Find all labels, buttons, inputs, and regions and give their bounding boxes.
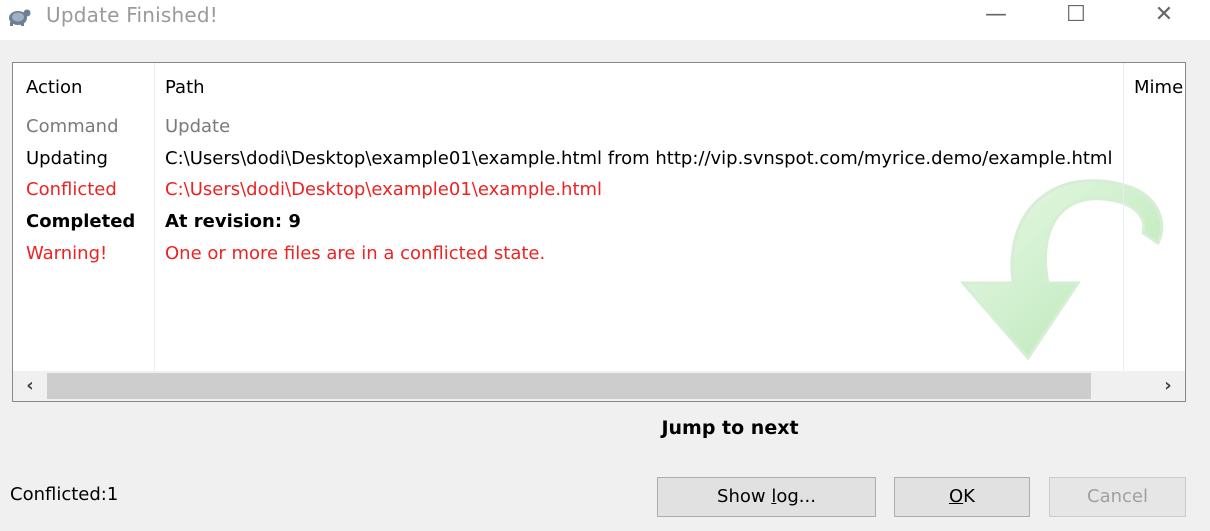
row-updating-path: C:\Users\dodi\Desktop\example01\example.… (165, 148, 1113, 169)
column-separator (154, 63, 155, 373)
column-header-mime[interactable]: Mime (1134, 77, 1183, 98)
scroll-right-arrow-icon[interactable]: › (1151, 371, 1185, 401)
row-warning-path: One or more files are in a conflicted st… (165, 243, 546, 264)
show-log-label-pre: Show (717, 486, 772, 507)
update-arrow-icon (959, 179, 1164, 361)
row-conflicted-action: Conflicted (26, 179, 117, 200)
window-title: Update Finished! (46, 3, 218, 27)
ok-button[interactable]: OK (894, 477, 1030, 517)
dialog-body: Action Path Mime Command Update Updating… (0, 40, 1210, 531)
column-header-path[interactable]: Path (165, 77, 205, 98)
row-completed-path: At revision: 9 (165, 211, 301, 232)
show-log-button[interactable]: Show log... (657, 477, 876, 517)
conflict-count: 1 (106, 484, 119, 505)
column-header-action[interactable]: Action (26, 77, 82, 98)
row-command-path: Update (165, 116, 231, 137)
column-separator (1123, 63, 1124, 373)
row-conflicted-path: C:\Users\dodi\Desktop\example01\example.… (165, 179, 603, 200)
ok-accelerator: O (949, 486, 964, 507)
row-command-action: Command (26, 116, 119, 137)
close-button[interactable]: ✕ (1144, 2, 1184, 30)
show-log-label-post: og... (776, 486, 816, 507)
maximize-button[interactable]: ☐ (1056, 2, 1096, 30)
cancel-button[interactable]: Cancel (1049, 477, 1186, 517)
row-completed-action: Completed (26, 211, 136, 232)
jump-to-next-button[interactable]: Jump to next (640, 414, 820, 442)
scroll-thumb[interactable] (47, 373, 1091, 399)
ok-label-post: K (963, 486, 975, 507)
horizontal-scrollbar[interactable]: ‹ › (13, 371, 1185, 401)
row-updating-action: Updating (26, 148, 108, 169)
conflict-status: Conflicted:1 (10, 484, 118, 505)
row-warning-action: Warning! (26, 243, 108, 264)
scroll-left-arrow-icon[interactable]: ‹ (13, 371, 47, 401)
tortoise-icon (9, 9, 31, 26)
title-bar: Update Finished! — ☐ ✕ (0, 0, 1210, 40)
results-list[interactable]: Action Path Mime Command Update Updating… (12, 62, 1186, 402)
minimize-button[interactable]: — (976, 2, 1016, 30)
status-label: Conflicted: (10, 484, 107, 505)
